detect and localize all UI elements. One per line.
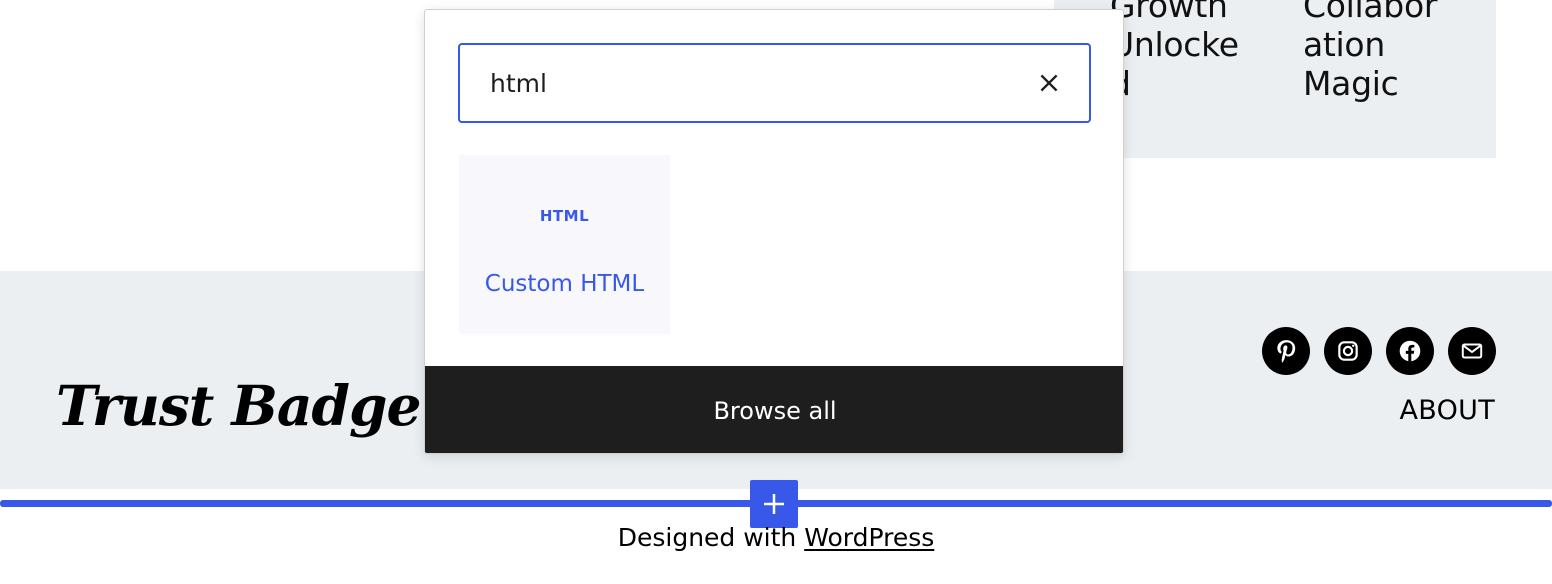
credit-prefix: Designed with [617,523,805,552]
close-icon [1040,74,1058,92]
footer-credit: Designed with WordPress [0,519,1552,557]
editor-canvas: Growth Unlocke d Collabor ation Magic Tr… [0,0,1552,584]
block-result-custom-html[interactable]: HTML Custom HTML [459,155,670,334]
clear-search-button[interactable] [1029,63,1069,103]
card-title-line: Growth [1110,0,1228,25]
card-title-line: Magic [1303,64,1399,103]
html-block-icon: HTML [539,207,590,225]
card-title-line: ation [1303,25,1385,64]
card-title-growth[interactable]: Growth Unlocke d [1110,0,1260,103]
card-title-line: Collabor [1303,0,1438,25]
card-title-line: d [1110,64,1260,103]
pinterest-icon[interactable] [1262,327,1310,375]
search-input[interactable] [460,45,1029,121]
block-result-label: Custom HTML [484,271,645,297]
mail-icon[interactable] [1448,327,1496,375]
instagram-icon[interactable] [1324,327,1372,375]
nav-about-link[interactable]: ABOUT [1399,392,1495,430]
wordpress-link[interactable]: WordPress [804,523,934,552]
card-title-collaboration[interactable]: Collabor ation Magic [1303,0,1473,103]
social-links [1262,327,1496,375]
block-inserter-popover: HTML Custom HTML Browse all [424,9,1124,454]
browse-all-button[interactable]: Browse all [425,366,1123,453]
search-box [458,43,1091,123]
facebook-icon[interactable] [1386,327,1434,375]
card-title-line: Unlocke [1110,25,1239,64]
plus-icon [764,494,784,514]
